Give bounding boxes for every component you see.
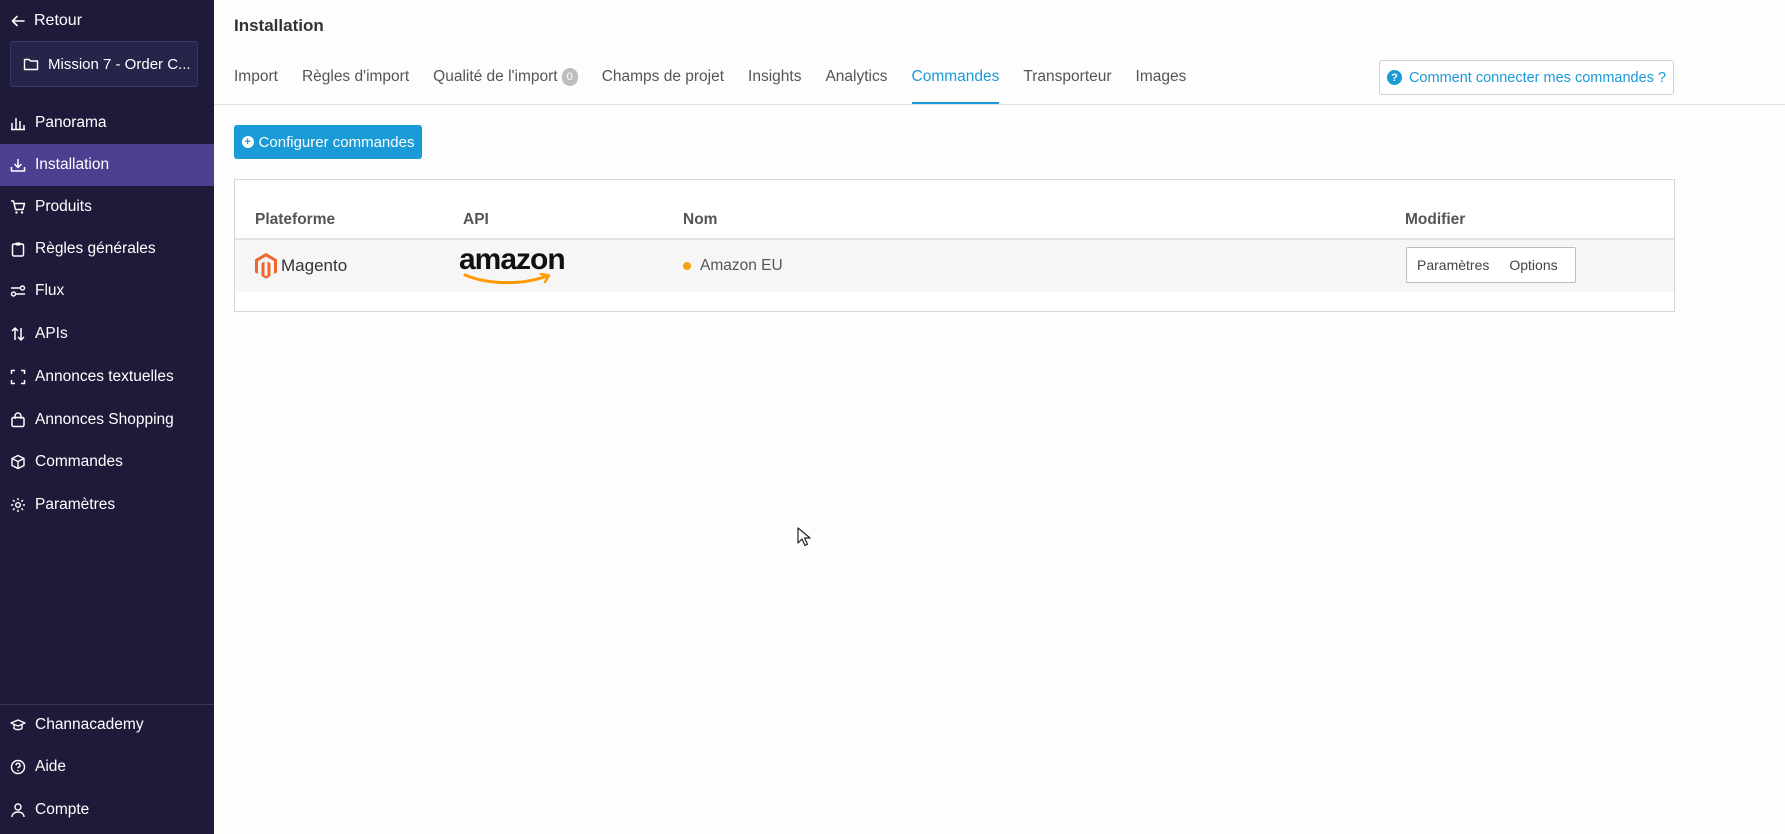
column-header-api: API <box>463 211 489 228</box>
flow-icon <box>10 285 26 297</box>
sidebar-item-label: Règles générales <box>35 240 156 257</box>
plus-circle-icon: + <box>241 136 254 148</box>
sidebar-item-label: Compte <box>35 801 90 818</box>
tab-transporteur[interactable]: Transporteur <box>1023 58 1111 104</box>
question-icon: ? <box>1386 70 1402 85</box>
parameters-button[interactable]: Paramètres <box>1407 257 1499 273</box>
api-cell: amazon <box>459 240 566 292</box>
sidebar-item-label: Aide <box>35 758 67 775</box>
graduation-cap-icon <box>10 719 26 731</box>
tab-label: Insights <box>748 68 802 85</box>
sidebar-item-label: Installation <box>35 156 110 173</box>
platform-name: Magento <box>281 256 348 275</box>
configure-label: Configurer commandes <box>258 133 415 151</box>
tab-regles-import[interactable]: Règles d'import <box>302 58 409 104</box>
sidebar-item-installation[interactable]: Installation <box>0 144 214 186</box>
frame-corners-icon <box>10 369 26 385</box>
help-label: Comment connecter mes commandes ? <box>1408 69 1667 86</box>
tab-label: Images <box>1135 68 1187 85</box>
tab-label: Analytics <box>825 68 888 85</box>
box-icon <box>11 454 25 470</box>
back-label: Retour <box>34 12 83 29</box>
question-circle-icon <box>10 759 26 775</box>
modify-button-group: Paramètres Options <box>1406 247 1576 283</box>
amazon-logo-text: amazon <box>459 243 566 276</box>
sidebar-item-commandes[interactable]: Commandes <box>0 441 214 483</box>
tab-analytics[interactable]: Analytics <box>825 58 887 104</box>
sidebar-item-label: Commandes <box>35 453 123 470</box>
connection-name: Amazon EU <box>700 257 783 274</box>
sidebar-item-aide[interactable]: Aide <box>0 746 214 788</box>
column-header-name: Nom <box>683 211 718 228</box>
sidebar-item-channacademy[interactable]: Channacademy <box>0 704 214 746</box>
magento-logo-icon <box>255 253 277 279</box>
sidebar-item-label: APIs <box>35 325 68 342</box>
options-button[interactable]: Options <box>1499 257 1567 273</box>
gear-icon <box>11 498 25 512</box>
name-cell: Amazon EU <box>683 240 783 292</box>
count-badge: 0 <box>561 68 578 86</box>
sidebar-item-annonces-shopping[interactable]: Annonces Shopping <box>0 399 214 441</box>
sidebar-item-regles-generales[interactable]: Règles générales <box>0 228 214 270</box>
arrow-left-icon <box>11 15 25 27</box>
tab-champs-projet[interactable]: Champs de projet <box>602 58 724 104</box>
column-header-modify: Modifier <box>1405 211 1466 228</box>
shopping-bag-icon <box>11 412 25 428</box>
tab-label: Transporteur <box>1023 68 1112 85</box>
sidebar-item-produits[interactable]: Produits <box>0 186 214 228</box>
sidebar-item-apis[interactable]: APIs <box>0 313 214 355</box>
sidebar-item-flux[interactable]: Flux <box>0 270 214 312</box>
sidebar-item-label: Panorama <box>35 114 107 131</box>
cart-icon <box>11 200 26 214</box>
sidebar: Retour Mission 7 - Order C... Panorama I… <box>0 0 214 834</box>
clipboard-icon <box>11 242 25 257</box>
platform-cell: Magento <box>255 240 347 292</box>
sidebar-item-label: Channacademy <box>35 716 144 733</box>
tab-label: Champs de projet <box>601 68 725 85</box>
sidebar-item-annonces-textuelles[interactable]: Annonces textuelles <box>0 356 214 398</box>
sidebar-item-parametres[interactable]: Paramètres <box>0 484 214 526</box>
back-link[interactable]: Retour <box>10 10 82 32</box>
sidebar-item-label: Flux <box>35 282 65 299</box>
sidebar-item-label: Annonces Shopping <box>35 411 174 428</box>
status-dot <box>683 262 691 270</box>
project-selector[interactable]: Mission 7 - Order C... <box>10 41 198 87</box>
tab-images[interactable]: Images <box>1136 58 1187 104</box>
tab-commandes[interactable]: Commandes <box>911 58 1000 104</box>
user-icon <box>11 803 25 818</box>
folder-icon <box>23 58 39 71</box>
sidebar-item-label: Paramètres <box>35 496 116 513</box>
tab-label: Import <box>234 68 278 85</box>
project-name: Mission 7 - Order C... <box>48 55 191 73</box>
sidebar-item-compte[interactable]: Compte <box>0 789 214 831</box>
column-header-platform: Plateforme <box>255 211 336 228</box>
tab-insights[interactable]: Insights <box>748 58 801 104</box>
sidebar-item-label: Produits <box>35 198 92 215</box>
tab-label: Règles d'import <box>301 68 410 85</box>
help-connect-orders-button[interactable]: ? Comment connecter mes commandes ? <box>1379 60 1674 95</box>
orders-table: Plateforme API Nom Modifier Magento amaz… <box>234 179 1675 312</box>
tab-label: Commandes <box>911 68 1000 85</box>
download-tray-icon <box>10 159 26 172</box>
tab-import[interactable]: Import <box>234 58 278 104</box>
mouse-cursor-icon <box>797 527 811 547</box>
tab-label: Qualité de l'import <box>433 68 558 85</box>
tabs-divider <box>214 104 1785 105</box>
sort-arrows-icon <box>11 327 25 341</box>
sidebar-item-panorama[interactable]: Panorama <box>0 102 214 144</box>
bar-chart-icon <box>11 118 25 131</box>
page-title: Installation <box>234 16 324 35</box>
amazon-smile-icon <box>463 273 551 285</box>
sidebar-item-label: Annonces textuelles <box>35 368 174 385</box>
configure-orders-button[interactable]: + Configurer commandes <box>234 125 422 159</box>
tab-qualite-import[interactable]: Qualité de l'import 0 <box>433 58 578 104</box>
tab-bar: Import Règles d'import Qualité de l'impo… <box>234 58 1210 104</box>
table-row: Magento amazon Amazon EU Paramètres Opti… <box>235 240 1674 292</box>
